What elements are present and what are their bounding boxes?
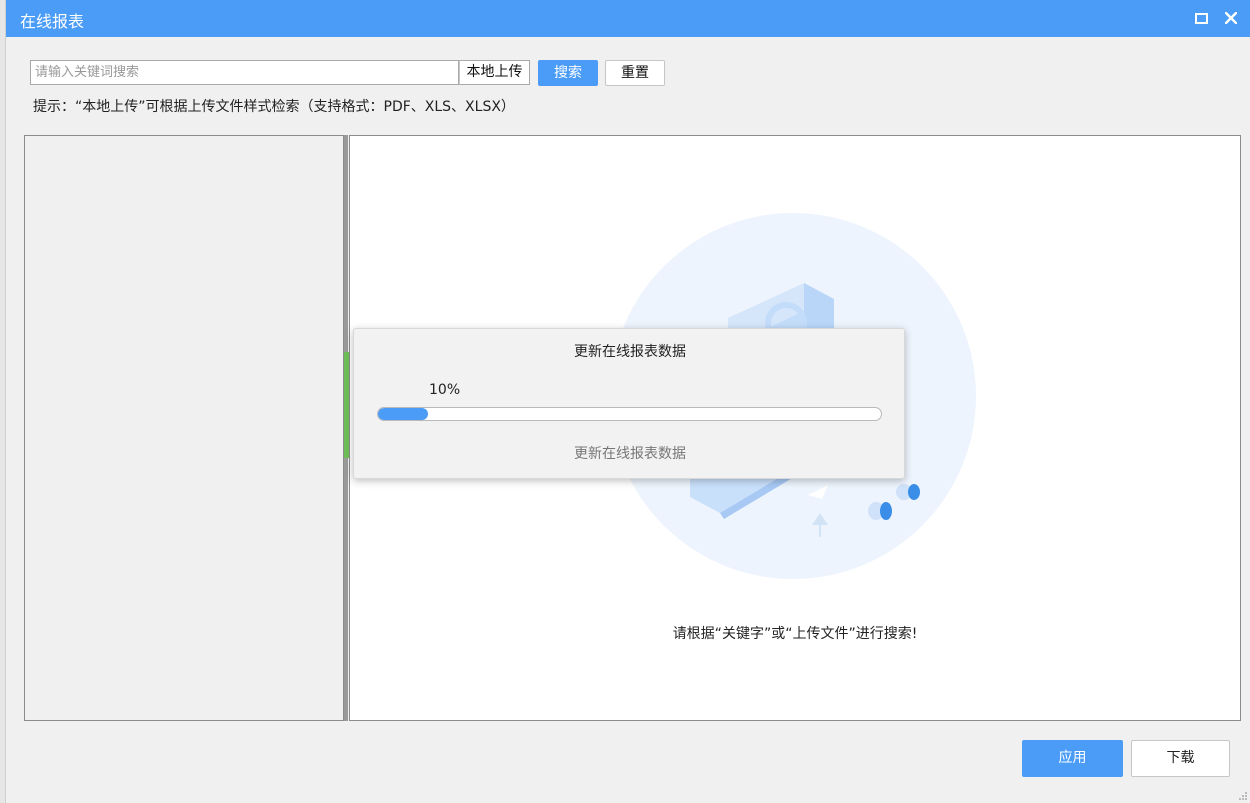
progress-bar: [377, 407, 882, 421]
progress-status: 更新在线报表数据: [574, 446, 686, 462]
empty-state-message: 请根据“关键字”或“上传文件”进行搜索!: [672, 626, 918, 642]
download-button[interactable]: 下载: [1131, 740, 1230, 777]
progress-title: 更新在线报表数据: [574, 344, 686, 360]
title-bar[interactable]: 在线报表: [6, 0, 1250, 37]
search-button[interactable]: 搜索: [538, 60, 598, 86]
progress-bar-fill: [378, 408, 429, 420]
window-title: 在线报表: [20, 12, 85, 31]
reset-button[interactable]: 重置: [605, 60, 665, 86]
underlying-window-edge: [0, 0, 6, 803]
progress-dialog: 更新在线报表数据 10% 更新在线报表数据: [353, 328, 905, 479]
local-upload-button[interactable]: 本地上传: [459, 60, 530, 85]
upload-hint: 提示：“本地上传”可根据上传文件样式检索（支持格式：PDF、XLS、XLSX）: [33, 99, 515, 115]
report-tree-panel[interactable]: [24, 135, 344, 721]
apply-button[interactable]: 应用: [1022, 740, 1123, 777]
search-input[interactable]: [30, 60, 459, 85]
resize-grip-icon[interactable]: [1238, 791, 1248, 801]
close-icon[interactable]: [1220, 7, 1242, 29]
progress-percent: 10%: [429, 382, 461, 398]
maximize-icon[interactable]: [1190, 7, 1212, 29]
